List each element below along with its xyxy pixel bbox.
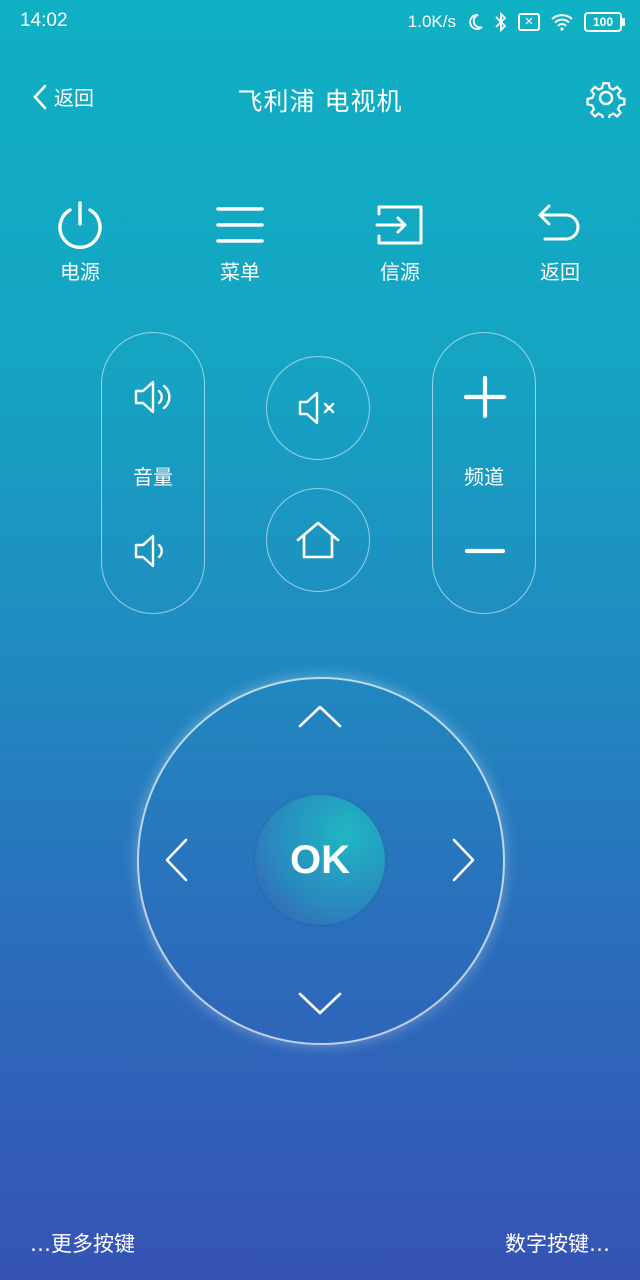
moon-icon (469, 14, 483, 30)
wifi-icon (551, 14, 573, 31)
volume-down-button[interactable] (124, 521, 184, 581)
power-icon (58, 201, 102, 249)
power-label: 电源 (60, 260, 100, 284)
more-keys-link[interactable]: …更多按键 (30, 1228, 135, 1258)
dpad-left-button[interactable] (150, 830, 202, 890)
channel-control: 频道 (432, 332, 536, 614)
volume-label: 音量 (133, 465, 173, 489)
channel-label: 频道 (464, 465, 504, 489)
undo-back-icon (538, 204, 580, 241)
volume-up-icon (134, 380, 171, 414)
dpad-up-button[interactable] (290, 690, 350, 742)
plus-icon (463, 375, 507, 419)
number-keys-link[interactable]: 数字按键… (505, 1228, 610, 1258)
chevron-up-icon (298, 705, 342, 728)
source-button[interactable]: 信源 (340, 200, 460, 285)
net-speed: 1.0K/s (407, 12, 456, 31)
mute-button[interactable] (266, 356, 370, 460)
page-title: 飞利浦 电视机 (237, 87, 403, 116)
source-label: 信源 (380, 260, 420, 284)
bluetooth-icon (495, 12, 507, 32)
mute-icon (298, 391, 335, 425)
input-source-icon (375, 205, 423, 245)
menu-icon (216, 207, 264, 243)
channel-up-button[interactable] (455, 367, 515, 427)
menu-label: 菜单 (220, 260, 260, 284)
status-time: 14:02 (20, 10, 68, 31)
home-button[interactable] (266, 488, 370, 592)
sim-x-icon: ✕ (518, 13, 540, 31)
chevron-down-icon (298, 992, 342, 1015)
minus-icon (464, 548, 506, 554)
return-button[interactable]: 返回 (500, 200, 620, 285)
menu-button[interactable]: 菜单 (180, 200, 300, 285)
ok-button[interactable]: OK (255, 795, 385, 925)
dpad-right-button[interactable] (438, 830, 490, 890)
dpad-down-button[interactable] (290, 978, 350, 1030)
volume-down-icon (134, 534, 163, 568)
chevron-right-icon (452, 838, 475, 882)
return-label: 返回 (540, 260, 580, 284)
channel-down-button[interactable] (455, 521, 515, 581)
chevron-left-icon (165, 838, 188, 882)
power-button[interactable]: 电源 (20, 200, 140, 285)
gear-icon[interactable] (586, 78, 626, 118)
home-icon (296, 521, 340, 559)
volume-up-button[interactable] (124, 367, 184, 427)
battery-icon: 100 (584, 12, 625, 32)
volume-control: 音量 (101, 332, 205, 614)
status-icons: 1.0K/s ✕ 100 (407, 8, 625, 36)
